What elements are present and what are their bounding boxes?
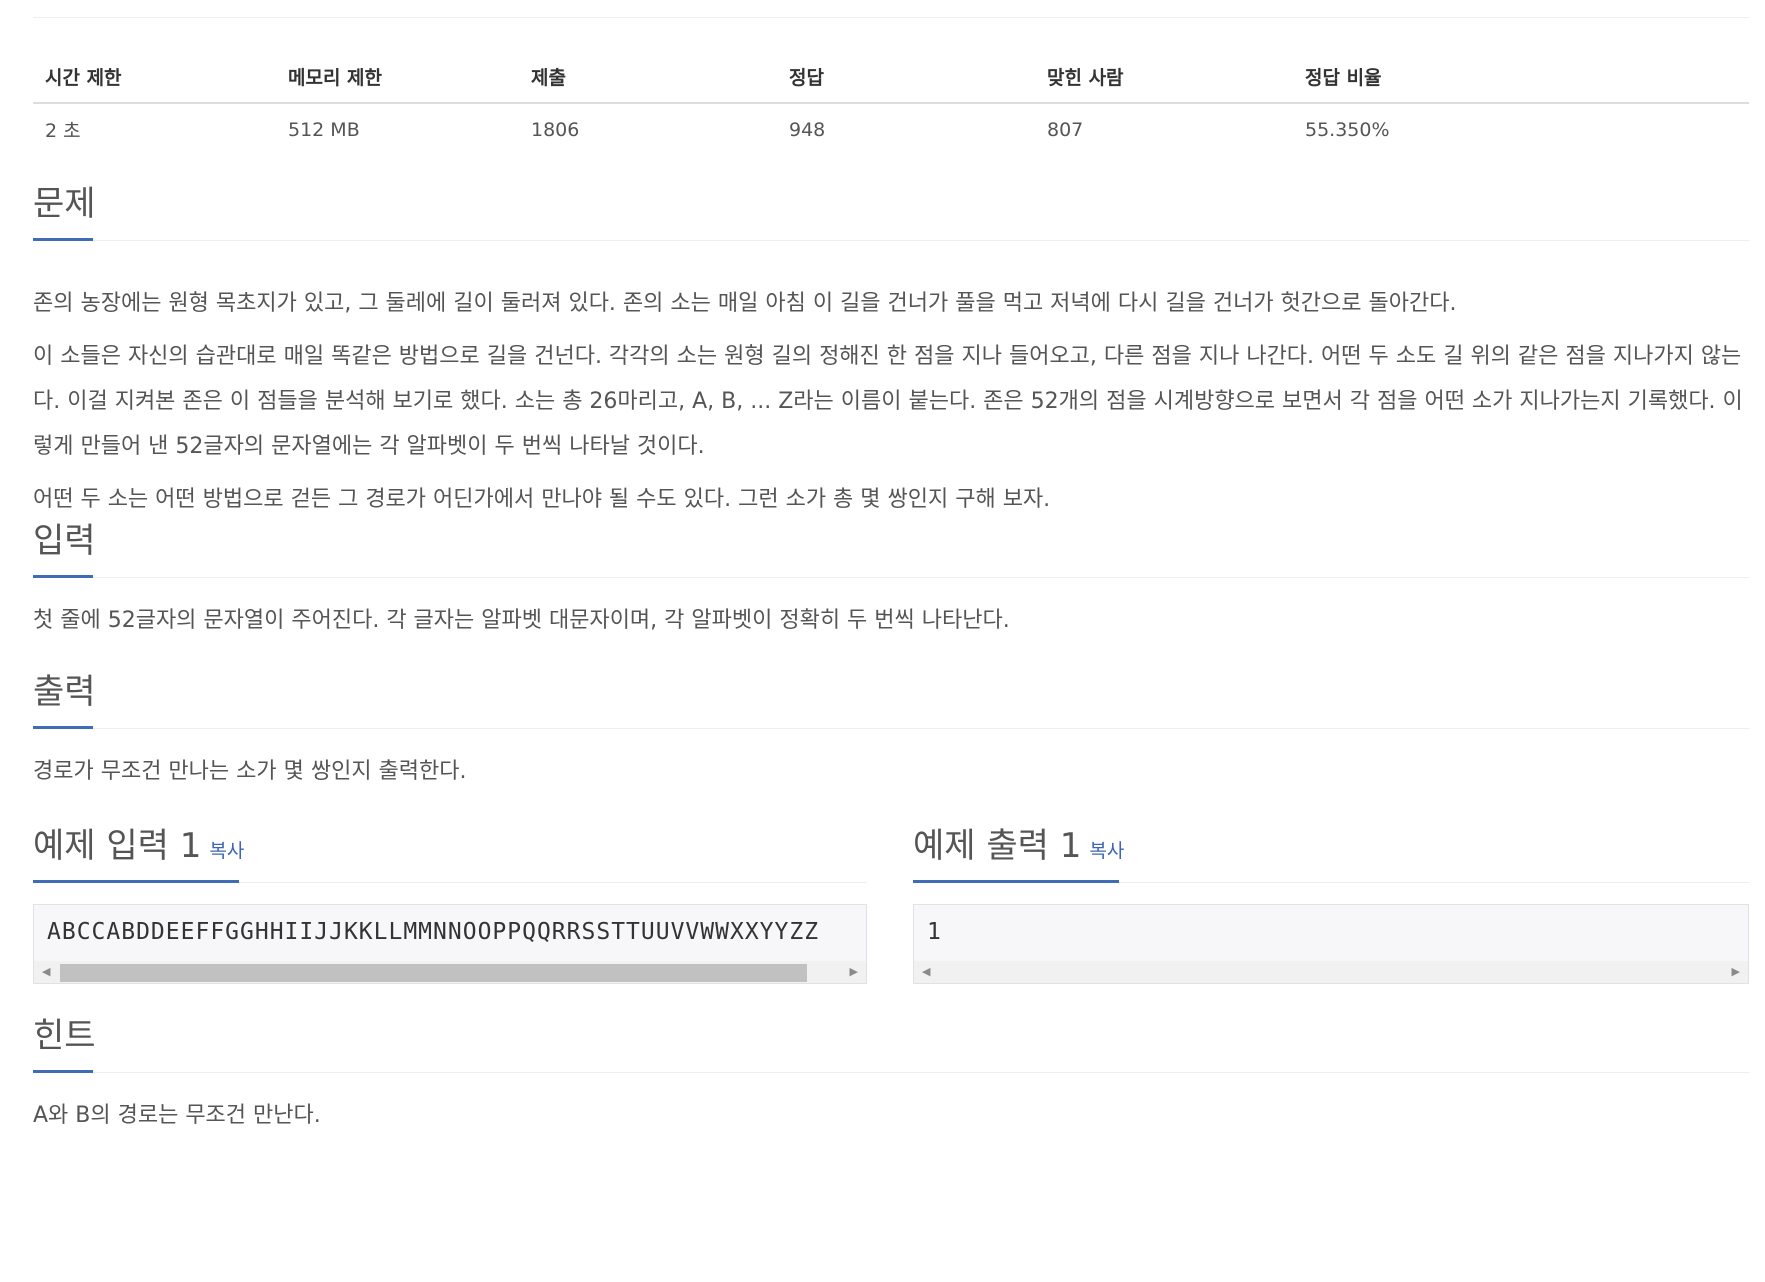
hint-description: A와 B의 경로는 무조건 만난다. xyxy=(33,1103,321,1128)
header-accepted: 정답 xyxy=(777,50,1035,104)
sample-input-text: ABCCABDDEEFFGGHHIIJJKKLLMMNNOOPPQQRRSSTT… xyxy=(47,919,820,945)
hint-title-underline xyxy=(33,1070,93,1073)
problem-paragraph-1: 존의 농장에는 원형 목초지가 있고, 그 둘레에 길이 둘러져 있다. 존의 … xyxy=(33,291,1457,316)
input-description: 첫 줄에 52글자의 문자열이 주어진다. 각 글자는 알파벳 대문자이며, 각… xyxy=(33,608,1010,633)
input-body: 첫 줄에 52글자의 문자열이 주어진다. 각 글자는 알파벳 대문자이며, 각… xyxy=(33,598,1749,643)
problem-title-underline xyxy=(33,238,93,241)
problem-header: 문제 xyxy=(33,180,1749,241)
input-header: 입력 xyxy=(33,517,1749,578)
sample-input-title-underline xyxy=(33,880,239,883)
sample-output-title: 예제 출력 1 복사 xyxy=(913,822,1124,875)
header-accept-ratio: 정답 비율 xyxy=(1293,50,1749,104)
header-time-limit: 시간 제한 xyxy=(33,50,276,104)
sample-input-section: 예제 입력 1 복사 xyxy=(33,822,867,883)
accept-ratio-value: 55.350% xyxy=(1305,118,1390,141)
problem-section: 문제 xyxy=(33,180,1749,241)
input-section: 입력 xyxy=(33,517,1749,578)
problem-info-table: 시간 제한 메모리 제한 제출 정답 맞힌 사람 정답 비율 2 초 512 M… xyxy=(33,50,1749,155)
problem-paragraph-3: 어떤 두 소는 어떤 방법으로 걷든 그 경로가 어딘가에서 만나야 될 수도 … xyxy=(33,487,1051,512)
submissions-value: 1806 xyxy=(531,118,580,141)
output-section: 출력 xyxy=(33,668,1749,729)
solved-users-value: 807 xyxy=(1047,118,1084,141)
sample-output-title-text: 예제 출력 1 xyxy=(913,826,1082,866)
sample-input-scrollbar[interactable]: ◀ ▶ xyxy=(34,961,866,983)
memory-limit-value: 512 MB xyxy=(288,118,360,141)
sample-output-title-underline xyxy=(913,880,1119,883)
sample-output-header: 예제 출력 1 복사 xyxy=(913,822,1749,883)
output-body: 경로가 무조건 만나는 소가 몇 쌍인지 출력한다. xyxy=(33,749,1749,794)
copy-sample-output-button[interactable]: 복사 xyxy=(1089,840,1124,862)
scroll-right-arrow-icon[interactable]: ▶ xyxy=(1732,965,1740,979)
scroll-left-arrow-icon[interactable]: ◀ xyxy=(922,965,930,979)
sample-input-header: 예제 입력 1 복사 xyxy=(33,822,867,883)
hint-header: 힌트 xyxy=(33,1012,1749,1073)
output-title-underline xyxy=(33,726,93,729)
sample-output-section: 예제 출력 1 복사 xyxy=(913,822,1749,883)
header-solved-users: 맞힌 사람 xyxy=(1035,50,1293,104)
copy-sample-input-button[interactable]: 복사 xyxy=(209,840,244,862)
header-memory-limit: 메모리 제한 xyxy=(276,50,519,104)
hint-body: A와 B의 경로는 무조건 만난다. xyxy=(33,1093,1749,1138)
sample-output-text: 1 xyxy=(927,919,942,945)
table-header-row: 시간 제한 메모리 제한 제출 정답 맞힌 사람 정답 비율 xyxy=(33,50,1749,104)
sample-input-box[interactable]: ABCCABDDEEFFGGHHIIJJKKLLMMNNOOPPQQRRSSTT… xyxy=(33,904,867,984)
input-title-underline xyxy=(33,575,93,578)
problem-paragraph-2: 이 소들은 자신의 습관대로 매일 똑같은 방법으로 길을 건넌다. 각각의 소… xyxy=(33,344,1743,459)
input-title: 입력 xyxy=(33,521,96,561)
output-header: 출력 xyxy=(33,668,1749,729)
problem-body: 존의 농장에는 원형 목초지가 있고, 그 둘레에 길이 둘러져 있다. 존의 … xyxy=(33,281,1749,522)
sample-input-title-text: 예제 입력 1 xyxy=(33,826,202,866)
sample-output-scrollbar[interactable]: ◀ ▶ xyxy=(914,961,1748,983)
sample-input-scroll-thumb[interactable] xyxy=(60,964,807,982)
hint-section: 힌트 xyxy=(33,1012,1749,1073)
output-title: 출력 xyxy=(33,672,96,712)
scroll-left-arrow-icon[interactable]: ◀ xyxy=(42,965,50,979)
scroll-right-arrow-icon[interactable]: ▶ xyxy=(850,965,858,979)
output-description: 경로가 무조건 만나는 소가 몇 쌍인지 출력한다. xyxy=(33,759,467,784)
header-submissions: 제출 xyxy=(519,50,777,104)
sample-input-title: 예제 입력 1 복사 xyxy=(33,822,244,875)
sample-output-box[interactable]: 1 ◀ ▶ xyxy=(913,904,1749,984)
accepted-value: 948 xyxy=(789,118,826,141)
top-divider xyxy=(33,17,1749,18)
table-row: 2 초 512 MB 1806 948 807 55.350% xyxy=(33,103,1749,155)
hint-title: 힌트 xyxy=(33,1016,96,1056)
problem-title: 문제 xyxy=(33,184,96,224)
time-limit-value: 2 초 xyxy=(45,120,81,142)
